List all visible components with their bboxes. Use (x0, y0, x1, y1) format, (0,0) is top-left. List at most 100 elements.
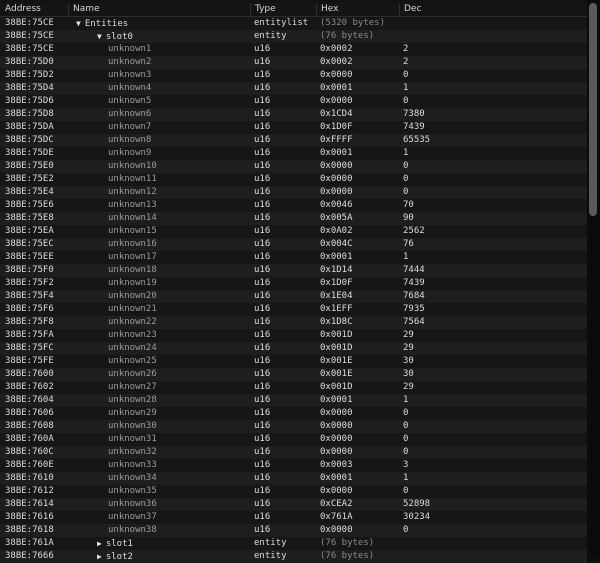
cell-type: u16 (254, 343, 271, 353)
table-row[interactable]: 38BE:7610 unknown34 u16 0x0001 1 (0, 472, 587, 485)
cell-address: 38BE:75E2 (5, 174, 54, 184)
table-row[interactable]: 38BE:760E unknown33 u16 0x0003 3 (0, 459, 587, 472)
table-row[interactable]: 38BE:75EC unknown16 u16 0x004C 76 (0, 238, 587, 251)
cell-type: u16 (254, 460, 271, 470)
cell-address: 38BE:7618 (5, 525, 54, 535)
cell-type: entity (254, 31, 287, 41)
cell-dec: 0 (403, 525, 409, 535)
table-row[interactable]: 38BE:75CE ▼ Entities entitylist (5320 bytes) (0, 17, 587, 30)
table-row[interactable]: 38BE:75FE unknown25 u16 0x001E 30 (0, 355, 587, 368)
cell-type: u16 (254, 369, 271, 379)
table-row[interactable]: 38BE:75E8 unknown14 u16 0x005A 90 (0, 212, 587, 225)
cell-dec: 7439 (403, 278, 425, 288)
cell-dec: 7444 (403, 265, 425, 275)
cell-dec: 7684 (403, 291, 425, 301)
table-row[interactable]: 38BE:7618 unknown38 u16 0x0000 0 (0, 524, 587, 537)
table-row[interactable]: 38BE:75EA unknown15 u16 0x0A02 2562 (0, 225, 587, 238)
cell-hex: 0x1EFF (320, 304, 353, 314)
cell-dec: 0 (403, 408, 409, 418)
cell-dec: 2 (403, 57, 409, 67)
cell-address: 38BE:75E4 (5, 187, 54, 197)
table-row[interactable]: 38BE:761A ▶ slot1 entity (76 bytes) (0, 537, 587, 550)
table-row[interactable]: 38BE:75F4 unknown20 u16 0x1E04 7684 (0, 290, 587, 303)
table-row[interactable]: 38BE:7602 unknown27 u16 0x001D 29 (0, 381, 587, 394)
table-row[interactable]: 38BE:7612 unknown35 u16 0x0000 0 (0, 485, 587, 498)
cell-dec: 2562 (403, 226, 425, 236)
cell-hex: 0x1D0F (320, 278, 353, 288)
table-row[interactable]: 38BE:75D8 unknown6 u16 0x1CD4 7380 (0, 108, 587, 121)
scrollbar-thumb[interactable] (589, 3, 597, 216)
table-row[interactable]: 38BE:75E0 unknown10 u16 0x0000 0 (0, 160, 587, 173)
cell-name-label: unknown10 (108, 161, 157, 171)
table-row[interactable]: 38BE:75E4 unknown12 u16 0x0000 0 (0, 186, 587, 199)
column-header-hex[interactable]: Hex (316, 3, 399, 16)
cell-address: 38BE:75E0 (5, 161, 54, 171)
table-row[interactable]: 38BE:7608 unknown30 u16 0x0000 0 (0, 420, 587, 433)
table-row[interactable]: 38BE:7606 unknown29 u16 0x0000 0 (0, 407, 587, 420)
table-row[interactable]: 38BE:75FC unknown24 u16 0x001D 29 (0, 342, 587, 355)
table-row[interactable]: 38BE:75F8 unknown22 u16 0x1D8C 7564 (0, 316, 587, 329)
table-row[interactable]: 38BE:75D0 unknown2 u16 0x0002 2 (0, 56, 587, 69)
table-row[interactable]: 38BE:75F2 unknown19 u16 0x1D0F 7439 (0, 277, 587, 290)
cell-dec (403, 17, 583, 30)
table-row[interactable]: 38BE:7604 unknown28 u16 0x0001 1 (0, 394, 587, 407)
cell-type: u16 (254, 213, 271, 223)
column-header-type[interactable]: Type (250, 3, 316, 16)
table-row[interactable]: 38BE:75CE unknown1 u16 0x0002 2 (0, 43, 587, 56)
table-row[interactable]: 38BE:75EE unknown17 u16 0x0001 1 (0, 251, 587, 264)
cell-hex: 0x1D14 (320, 265, 353, 275)
cell-address: 38BE:75DA (5, 122, 54, 132)
cell-hex: 0x1E04 (320, 291, 353, 301)
cell-address: 38BE:75D6 (5, 96, 54, 106)
cell-dec: 7380 (403, 109, 425, 119)
collapse-arrow-icon[interactable]: ▼ (97, 32, 102, 41)
cell-address: 38BE:75DE (5, 148, 54, 158)
cell-name-label: unknown9 (108, 148, 152, 158)
table-row[interactable]: 38BE:7616 unknown37 u16 0x761A 30234 (0, 511, 587, 524)
cell-dec: 0 (403, 96, 409, 106)
cell-address: 38BE:7602 (5, 382, 54, 392)
table-row[interactable]: 38BE:7600 unknown26 u16 0x001E 30 (0, 368, 587, 381)
collapse-arrow-icon[interactable]: ▼ (76, 19, 81, 28)
column-header-address[interactable]: Address (0, 3, 68, 16)
cell-dec: 1 (403, 252, 409, 262)
cell-address: 38BE:75EE (5, 252, 54, 262)
cell-name-label: unknown14 (108, 213, 157, 223)
cell-name-label: unknown12 (108, 187, 157, 197)
cell-name-label: Entities (84, 19, 129, 29)
table-row[interactable]: 38BE:75DC unknown8 u16 0xFFFF 65535 (0, 134, 587, 147)
cell-type: u16 (254, 512, 271, 522)
cell-name-label: unknown6 (108, 109, 152, 119)
column-header-name[interactable]: Name (68, 3, 250, 16)
cell-hex: 0x0000 (320, 421, 353, 431)
table-row[interactable]: 38BE:75D6 unknown5 u16 0x0000 0 (0, 95, 587, 108)
cell-hex: 0x0001 (320, 473, 353, 483)
cell-name-label: unknown37 (108, 512, 157, 522)
table-row[interactable]: 38BE:75F0 unknown18 u16 0x1D14 7444 (0, 264, 587, 277)
cell-type: u16 (254, 239, 271, 249)
cell-dec: 30234 (403, 512, 431, 522)
cell-name-label: unknown26 (108, 369, 157, 379)
table-row[interactable]: 38BE:75DA unknown7 u16 0x1D0F 7439 (0, 121, 587, 134)
cell-address: 38BE:7612 (5, 486, 54, 496)
cell-dec: 90 (403, 213, 414, 223)
table-row[interactable]: 38BE:75F6 unknown21 u16 0x1EFF 7935 (0, 303, 587, 316)
table-row[interactable]: 38BE:760A unknown31 u16 0x0000 0 (0, 433, 587, 446)
table-row[interactable]: 38BE:75FA unknown23 u16 0x001D 29 (0, 329, 587, 342)
cell-type: u16 (254, 447, 271, 457)
table-row[interactable]: 38BE:760C unknown32 u16 0x0000 0 (0, 446, 587, 459)
column-header-dec[interactable]: Dec (399, 3, 587, 16)
table-row[interactable]: 38BE:75DE unknown9 u16 0x0001 1 (0, 147, 587, 160)
table-row[interactable]: 38BE:75E6 unknown13 u16 0x0046 70 (0, 199, 587, 212)
cell-dec: 0 (403, 187, 409, 197)
table-row[interactable]: 38BE:75CE ▼ slot0 entity (76 bytes) (0, 30, 587, 43)
table-row[interactable]: 38BE:7614 unknown36 u16 0xCEA2 52898 (0, 498, 587, 511)
table-row[interactable]: 38BE:75D2 unknown3 u16 0x0000 0 (0, 69, 587, 82)
expand-arrow-icon[interactable]: ▶ (97, 539, 102, 548)
table-row[interactable]: 38BE:75E2 unknown11 u16 0x0000 0 (0, 173, 587, 186)
table-row[interactable]: 38BE:75D4 unknown4 u16 0x0001 1 (0, 82, 587, 95)
cell-address: 38BE:75D2 (5, 70, 54, 80)
cell-type: u16 (254, 96, 271, 106)
cell-address: 38BE:75F6 (5, 304, 54, 314)
cell-address: 38BE:760E (5, 460, 54, 470)
